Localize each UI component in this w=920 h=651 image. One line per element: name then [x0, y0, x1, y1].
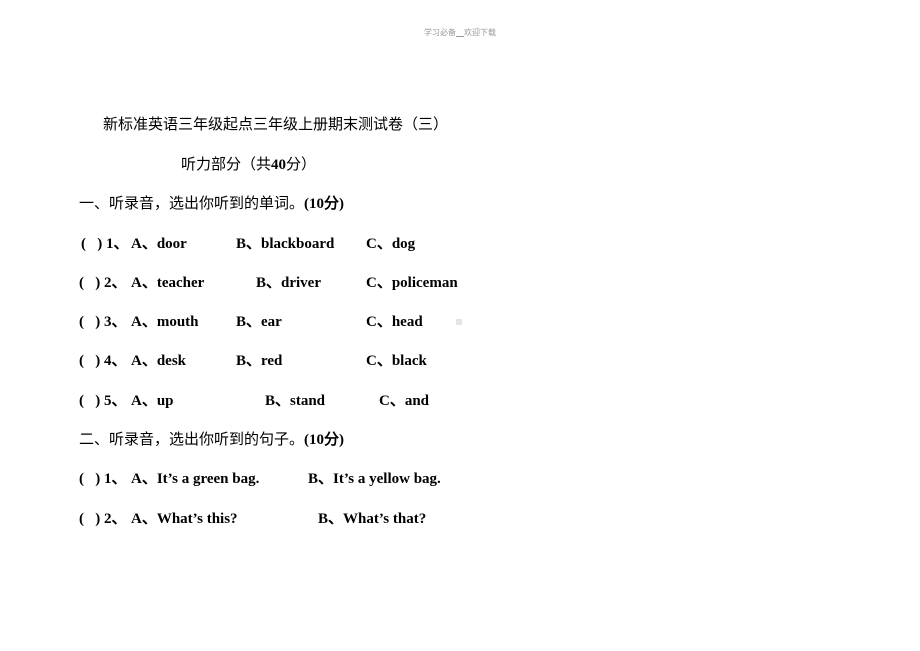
- option-a: A、What’s this?: [131, 511, 238, 527]
- question-prefix: ( ) 5、: [79, 393, 127, 409]
- question-prefix: ( ) 2、: [79, 275, 127, 291]
- option-a: A、desk: [131, 353, 187, 369]
- option-a: A、door: [131, 236, 187, 252]
- section-1-heading: 一、听录音，选出你听到的单词。(10分): [79, 194, 345, 212]
- decorative-mark: [456, 319, 462, 325]
- section-subtitle: 听力部分（共40分）: [181, 155, 317, 173]
- option-a: A、mouth: [131, 314, 199, 330]
- option-b: B、driver: [256, 275, 321, 291]
- question-prefix: ( ) 1、: [79, 471, 127, 487]
- option-c: C、and: [379, 393, 430, 409]
- option-a: A、teacher: [131, 275, 205, 291]
- option-b: B、stand: [265, 393, 326, 409]
- option-c: C、policeman: [366, 275, 458, 291]
- option-a: A、up: [131, 393, 174, 409]
- question-prefix: ( ) 4、: [79, 353, 127, 369]
- header-separator: __: [456, 28, 464, 37]
- option-c: C、head: [366, 314, 423, 330]
- question-prefix: ( ) 1、: [81, 236, 129, 252]
- header-text: 学习必备: [424, 28, 456, 37]
- document-title: 新标准英语三年级起点三年级上册期末测试卷（三）: [103, 115, 449, 133]
- option-b: B、blackboard: [236, 236, 335, 252]
- question-prefix: ( ) 2、: [79, 511, 127, 527]
- option-c: C、black: [366, 353, 427, 369]
- section-2-heading: 二、听录音，选出你听到的句子。(10分): [79, 430, 345, 448]
- page-header: 学习必备__欢迎下载: [0, 27, 920, 38]
- question-prefix: ( ) 3、: [79, 314, 127, 330]
- option-b: B、red: [236, 353, 283, 369]
- option-b: B、ear: [236, 314, 282, 330]
- header-text-2: 欢迎下载: [464, 28, 496, 37]
- option-b: B、What’s that?: [318, 511, 427, 527]
- option-a: A、It’s a green bag.: [131, 471, 260, 487]
- option-b: B、It’s a yellow bag.: [308, 471, 441, 487]
- option-c: C、dog: [366, 236, 416, 252]
